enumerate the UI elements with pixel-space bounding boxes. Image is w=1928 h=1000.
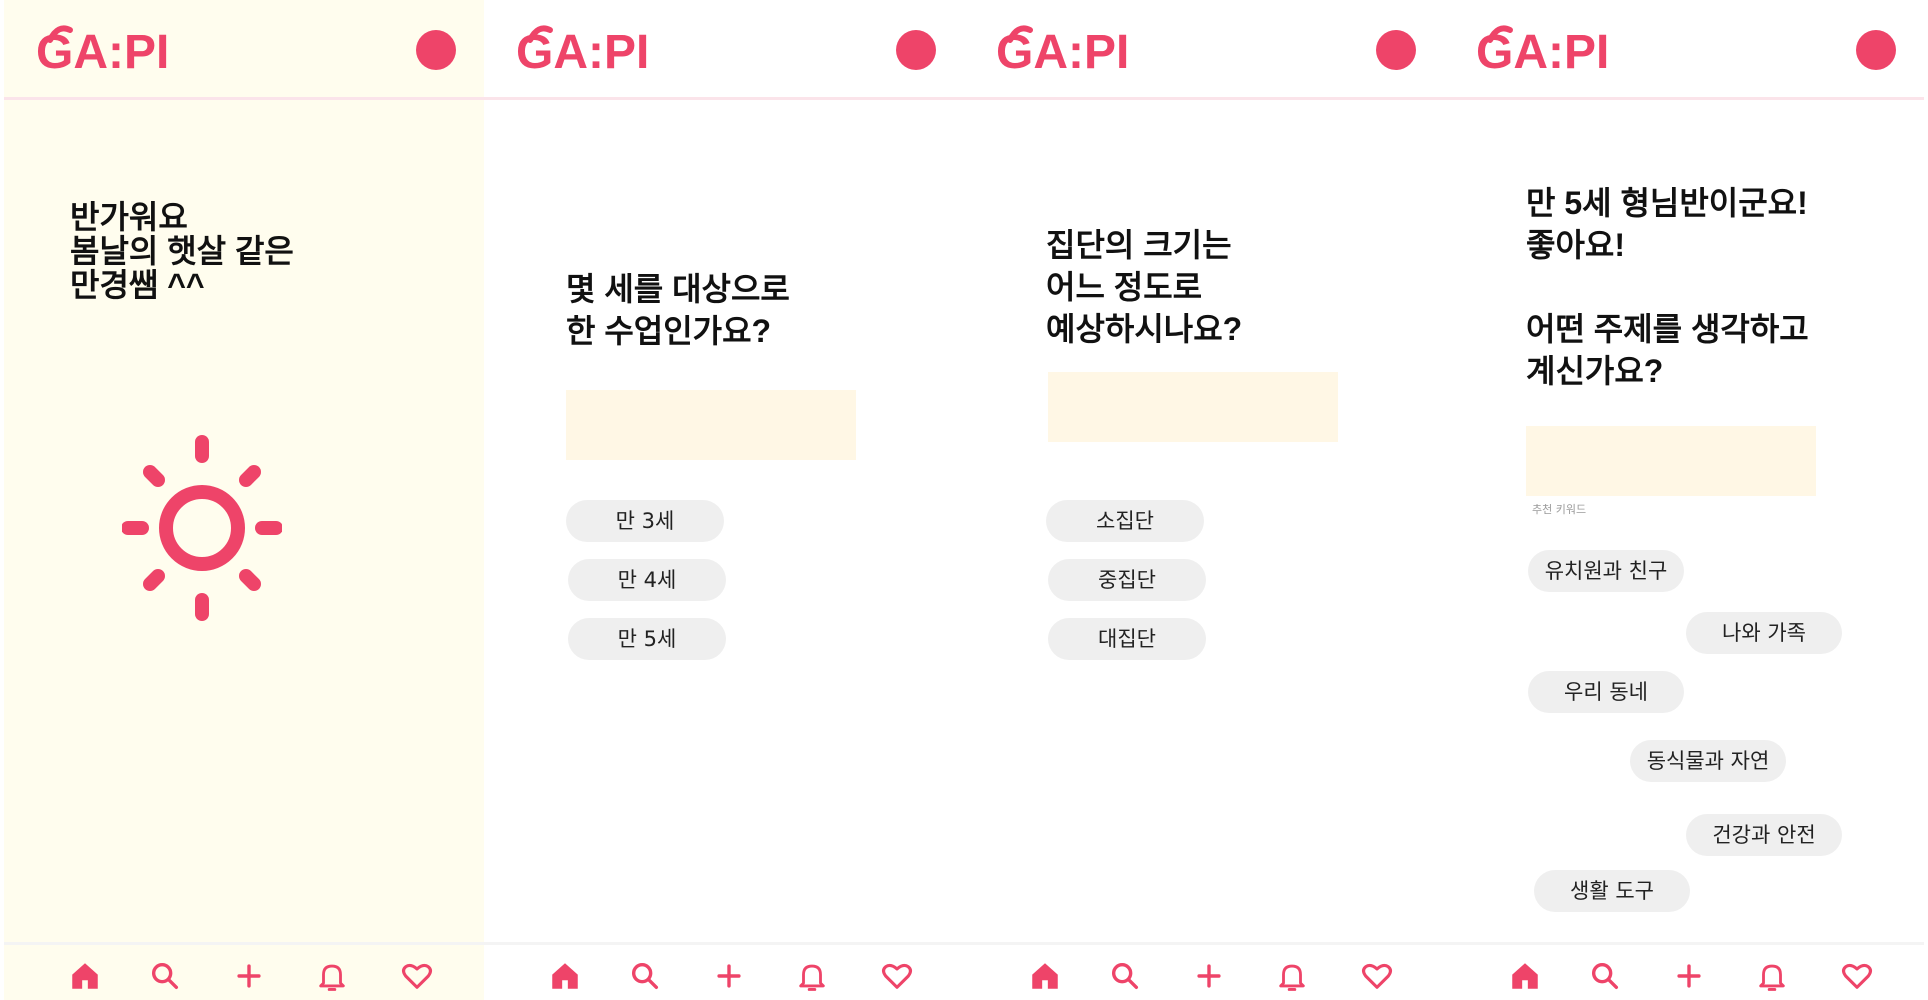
search-icon[interactable]: [148, 959, 182, 993]
app-header: GA:PI: [4, 0, 484, 100]
keyword-chip[interactable]: 나와 가족: [1686, 612, 1842, 654]
profile-avatar[interactable]: [1376, 30, 1416, 70]
profile-avatar[interactable]: [896, 30, 936, 70]
group-option-medium[interactable]: 중집단: [1048, 559, 1206, 601]
profile-avatar[interactable]: [416, 30, 456, 70]
answer-input[interactable]: [1526, 426, 1816, 496]
greeting-text: 반가워요 봄날의 햇살 같은 만경쌤 ^^: [70, 199, 294, 303]
bell-icon[interactable]: [1755, 959, 1789, 993]
question-text: 몇 세를 대상으로 한 수업인가요?: [566, 271, 790, 349]
bell-icon[interactable]: [315, 959, 349, 993]
sun-icon: [122, 435, 282, 621]
answer-input[interactable]: [1048, 372, 1338, 442]
screen-group-size: GA:PI 집단의 크기는 어느 정도로 예상하시나요? 소집단 중집단 대집단: [964, 0, 1444, 1000]
keyword-chip[interactable]: 동식물과 자연: [1630, 740, 1786, 782]
app-header: GA:PI: [484, 0, 964, 100]
search-icon[interactable]: [628, 959, 662, 993]
bottom-nav: [1444, 942, 1924, 1000]
age-option-3[interactable]: 만 3세: [566, 500, 724, 542]
bottom-nav: [484, 942, 964, 1000]
age-option-5[interactable]: 만 5세: [568, 618, 726, 660]
home-icon[interactable]: [548, 959, 582, 993]
age-option-4[interactable]: 만 4세: [568, 559, 726, 601]
recommend-keyword-label: 추천 키워드: [1532, 503, 1587, 516]
answer-input[interactable]: [566, 390, 856, 460]
app-header: GA:PI: [964, 0, 1444, 100]
heart-icon[interactable]: [1360, 959, 1394, 993]
screen-topic: GA:PI 만 5세 형님반이군요! 좋아요! 어떤 주제를 생각하고 계신가요…: [1444, 0, 1924, 1000]
keyword-chip[interactable]: 생활 도구: [1534, 870, 1690, 912]
group-option-large[interactable]: 대집단: [1048, 618, 1206, 660]
heart-icon[interactable]: [880, 959, 914, 993]
gapi-logo: GA:PI: [516, 25, 649, 78]
bottom-nav: [4, 942, 484, 1000]
keyword-chip[interactable]: 유치원과 친구: [1528, 550, 1684, 592]
gapi-logo: GA:PI: [1476, 25, 1609, 78]
keyword-chip[interactable]: 건강과 안전: [1686, 814, 1842, 856]
bell-icon[interactable]: [795, 959, 829, 993]
screen-greeting: GA:PI 반가워요 봄날의 햇살 같은 만경쌤 ^^: [4, 0, 484, 1000]
heart-icon[interactable]: [400, 959, 434, 993]
plus-icon[interactable]: [712, 959, 746, 993]
bell-icon[interactable]: [1275, 959, 1309, 993]
plus-icon[interactable]: [1192, 959, 1226, 993]
keyword-chip[interactable]: 우리 동네: [1528, 671, 1684, 713]
search-icon[interactable]: [1108, 959, 1142, 993]
home-icon[interactable]: [68, 959, 102, 993]
gapi-logo: GA:PI: [36, 25, 169, 78]
screen-age: GA:PI 몇 세를 대상으로 한 수업인가요? 만 3세 만 4세 만 5세: [484, 0, 964, 1000]
home-icon[interactable]: [1028, 959, 1062, 993]
app-header: GA:PI: [1444, 0, 1924, 100]
question-text: 집단의 크기는 어느 정도로 예상하시나요?: [1046, 227, 1243, 347]
search-icon[interactable]: [1588, 959, 1622, 993]
question-text: 만 5세 형님반이군요! 좋아요! 어떤 주제를 생각하고 계신가요?: [1526, 185, 1809, 389]
bottom-nav: [964, 942, 1444, 1000]
gapi-logo: GA:PI: [996, 25, 1129, 78]
group-option-small[interactable]: 소집단: [1046, 500, 1204, 542]
heart-icon[interactable]: [1840, 959, 1874, 993]
plus-icon[interactable]: [232, 959, 266, 993]
home-icon[interactable]: [1508, 959, 1542, 993]
plus-icon[interactable]: [1672, 959, 1706, 993]
profile-avatar[interactable]: [1856, 30, 1896, 70]
